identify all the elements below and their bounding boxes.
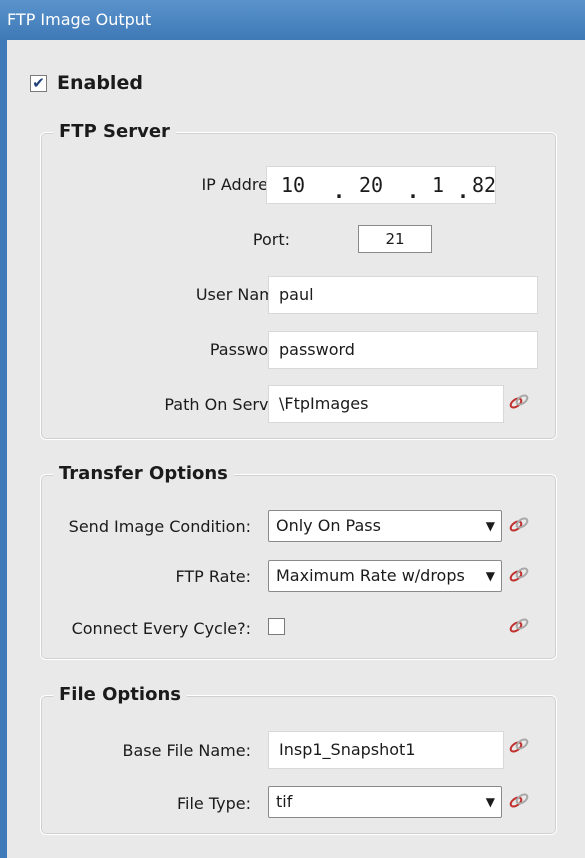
chevron-down-icon: ▼ [485, 519, 495, 533]
enabled-checkbox[interactable]: ✔ [30, 74, 47, 92]
link-icon[interactable] [508, 566, 530, 584]
password-field[interactable]: password [268, 331, 538, 369]
transfer-options-group: Transfer Options Send Image Condition: O… [40, 461, 557, 660]
ip-address-field[interactable]: 10 . 20 . 1 . 82 [266, 166, 496, 204]
ftp-rate-dropdown[interactable]: Maximum Rate w/drops ▼ [268, 560, 502, 592]
base-file-name-label: Base File Name: [122, 741, 252, 760]
file-options-legend: File Options [53, 682, 187, 708]
ip-octet-2[interactable]: 20 [359, 167, 383, 203]
window-title: FTP Image Output [0, 0, 585, 40]
file-type-dropdown[interactable]: tif ▼ [268, 786, 502, 818]
enabled-label: Enabled [57, 72, 143, 94]
ip-octet-3[interactable]: 1 [432, 167, 444, 203]
connect-every-cycle-checkbox[interactable] [268, 618, 285, 635]
ip-octet-1[interactable]: 10 [281, 167, 305, 203]
file-options-group: File Options Base File Name: Insp1_Snaps… [40, 682, 557, 835]
send-image-condition-dropdown[interactable]: Only On Pass ▼ [268, 510, 502, 542]
chevron-down-icon: ▼ [485, 795, 495, 809]
link-icon[interactable] [508, 393, 530, 411]
ftp-rate-label: FTP Rate: [175, 567, 251, 586]
file-type-label: File Type: [177, 794, 251, 813]
ip-separator: . [457, 179, 470, 203]
user-name-field[interactable]: paul [268, 276, 538, 314]
port-label: Port: [252, 230, 290, 249]
ip-separator: . [333, 179, 346, 203]
base-file-name-field[interactable]: Insp1_Snapshot1 [268, 731, 504, 769]
enabled-checkbox-row[interactable]: ✔ Enabled [30, 72, 143, 94]
link-icon[interactable] [508, 737, 530, 755]
path-on-server-field[interactable]: \FtpImages [268, 385, 504, 423]
link-icon[interactable] [508, 617, 530, 635]
ip-octet-4[interactable]: 82 [472, 167, 496, 203]
transfer-options-legend: Transfer Options [53, 461, 234, 487]
ftp-server-group: FTP Server IP Address: 10 . 20 . 1 . 82 … [40, 119, 557, 440]
file-type-value: tif [276, 792, 293, 811]
link-icon[interactable] [508, 792, 530, 810]
ftp-rate-value: Maximum Rate w/drops [276, 566, 465, 585]
send-image-condition-label: Send Image Condition: [68, 517, 251, 536]
window-left-border [0, 40, 7, 858]
ftp-server-legend: FTP Server [53, 119, 176, 145]
port-field[interactable]: 21 [358, 225, 432, 253]
send-image-condition-value: Only On Pass [276, 516, 381, 535]
ip-separator: . [407, 179, 420, 203]
chevron-down-icon: ▼ [485, 569, 495, 583]
link-icon[interactable] [508, 516, 530, 534]
connect-every-cycle-label: Connect Every Cycle?: [71, 619, 251, 638]
